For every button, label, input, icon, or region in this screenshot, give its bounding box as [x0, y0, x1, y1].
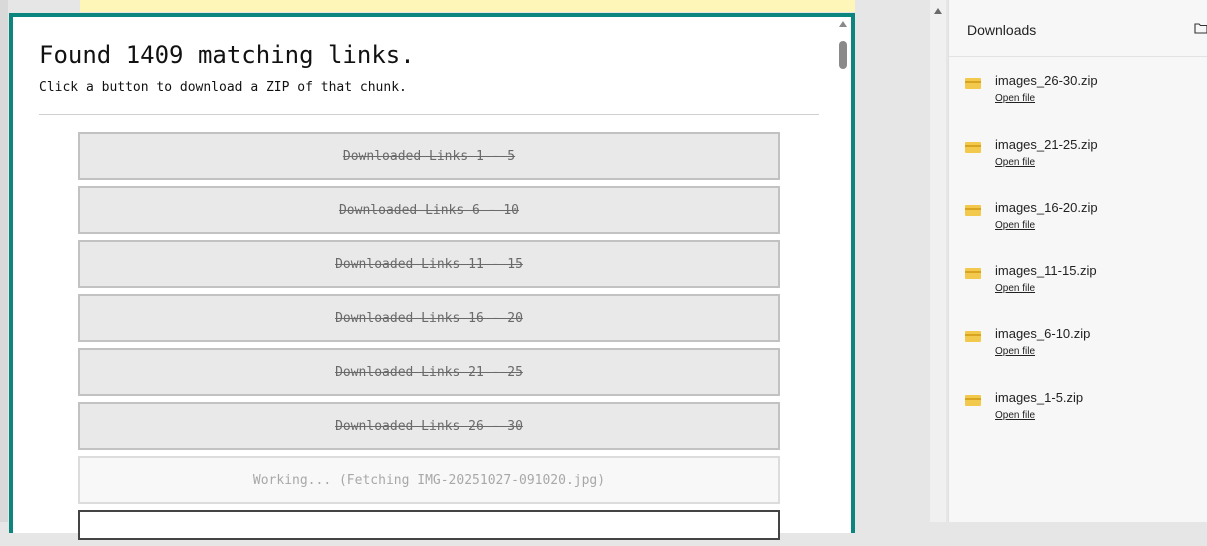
download-file-name[interactable]: images_16-20.zip: [995, 200, 1098, 215]
scroll-thumb[interactable]: [839, 41, 847, 69]
chunk-button-list: Downloaded Links 1 - 5 Downloaded Links …: [78, 132, 780, 546]
download-file-name[interactable]: images_6-10.zip: [995, 326, 1090, 341]
zip-file-icon: [965, 78, 981, 89]
download-dialog: Found 1409 matching links. Click a butto…: [9, 13, 855, 540]
download-file-name[interactable]: images_26-30.zip: [995, 73, 1098, 88]
download-item: images_11-15.zip Open file: [963, 263, 1193, 313]
dialog-subtitle: Click a button to download a ZIP of that…: [39, 80, 407, 95]
zip-file-icon: [965, 268, 981, 279]
page-left-edge: [0, 0, 8, 522]
chunk-button-26-30[interactable]: Downloaded Links 26 - 30: [78, 402, 780, 450]
chunk-button-21-25[interactable]: Downloaded Links 21 - 25: [78, 348, 780, 396]
zip-file-icon: [965, 142, 981, 153]
open-file-link[interactable]: Open file: [995, 283, 1035, 294]
scroll-up-arrow-icon[interactable]: [934, 8, 942, 14]
open-file-link[interactable]: Open file: [995, 93, 1035, 104]
download-item: images_16-20.zip Open file: [963, 200, 1193, 250]
chunk-button-6-10[interactable]: Downloaded Links 6 - 10: [78, 186, 780, 234]
page-banner: [80, 0, 855, 12]
dialog-scrollbar[interactable]: [838, 21, 850, 521]
zip-file-icon: [965, 331, 981, 342]
download-file-name[interactable]: images_21-25.zip: [995, 137, 1098, 152]
folder-icon[interactable]: [1194, 22, 1207, 34]
divider: [39, 114, 819, 115]
download-file-name[interactable]: images_11-15.zip: [995, 263, 1097, 278]
download-file-name[interactable]: images_1-5.zip: [995, 390, 1083, 405]
next-chunk-button[interactable]: [78, 510, 780, 540]
downloads-header: Downloads: [949, 0, 1207, 57]
working-status-button[interactable]: Working... (Fetching IMG-20251027-091020…: [78, 456, 780, 504]
chunk-button-1-5[interactable]: Downloaded Links 1 - 5: [78, 132, 780, 180]
open-file-link[interactable]: Open file: [995, 220, 1035, 231]
open-file-link[interactable]: Open file: [995, 346, 1035, 357]
scroll-up-arrow-icon[interactable]: [839, 21, 847, 27]
page-scrollbar[interactable]: [930, 0, 946, 522]
open-file-link[interactable]: Open file: [995, 157, 1035, 168]
dialog-title: Found 1409 matching links.: [39, 41, 415, 69]
download-item: images_1-5.zip Open file: [963, 390, 1193, 440]
chunk-button-16-20[interactable]: Downloaded Links 16 - 20: [78, 294, 780, 342]
zip-file-icon: [965, 205, 981, 216]
download-item: images_26-30.zip Open file: [963, 73, 1193, 123]
zip-file-icon: [965, 395, 981, 406]
chunk-button-11-15[interactable]: Downloaded Links 11 - 15: [78, 240, 780, 288]
downloads-title: Downloads: [967, 22, 1037, 38]
downloads-panel: Downloads images_26-30.zip Open file ima…: [948, 0, 1207, 522]
open-file-link[interactable]: Open file: [995, 410, 1035, 421]
download-item: images_21-25.zip Open file: [963, 137, 1193, 187]
download-item: images_6-10.zip Open file: [963, 326, 1193, 376]
